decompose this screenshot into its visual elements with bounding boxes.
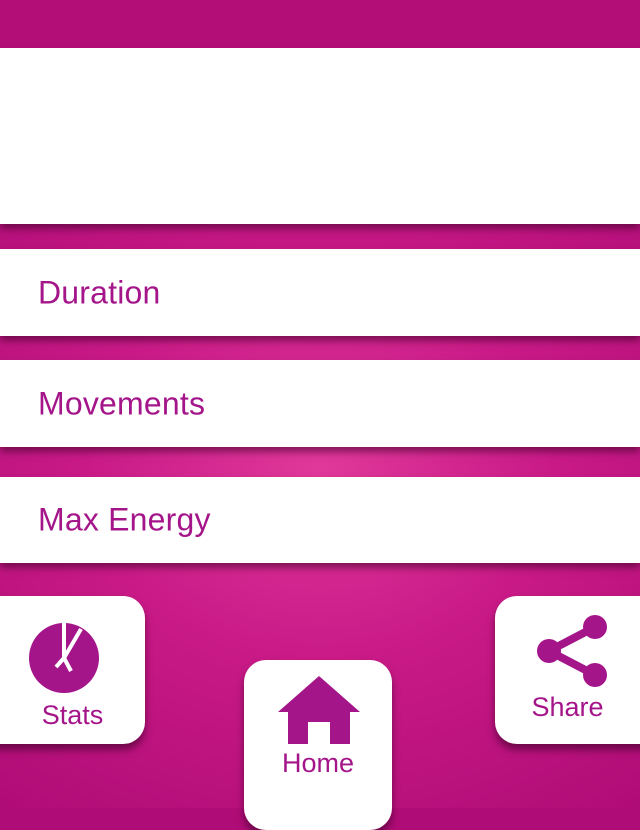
house-icon [278, 676, 360, 744]
top-bar [0, 0, 640, 48]
stat-row-movements: Movements [0, 360, 640, 447]
movements-label: Movements [38, 385, 206, 421]
stats-label: Stats [41, 700, 104, 730]
share-icon [537, 615, 607, 687]
share-button[interactable]: Share [495, 596, 640, 744]
header-panel [0, 48, 640, 224]
share-label: Share [531, 692, 604, 722]
duration-label: Duration [38, 274, 161, 310]
stats-button[interactable]: Stats [0, 596, 145, 744]
pie-chart-icon [29, 623, 99, 693]
home-label: Home [281, 748, 355, 778]
max-energy-label: Max Energy [38, 501, 211, 538]
stat-row-duration: Duration [0, 249, 640, 336]
stat-row-max-energy: Max Energy [0, 477, 640, 563]
home-button[interactable]: Home [244, 660, 392, 830]
